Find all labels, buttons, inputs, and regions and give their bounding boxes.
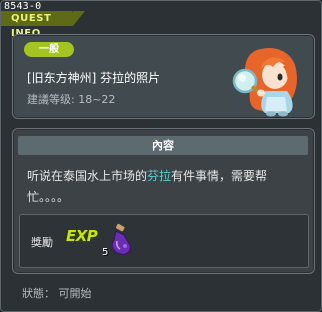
purple-potion-icon[interactable]: [106, 223, 134, 257]
content-header: 內容: [18, 136, 308, 155]
level-label: 建議等级:: [27, 93, 75, 106]
description-text-1: 听说在泰国水上市场的: [27, 169, 148, 183]
exp-icon[interactable]: EXP: [66, 227, 98, 245]
quest-description: 听说在泰国水上市场的芬拉有件事情，需要帮忙。。。。: [27, 166, 307, 208]
item-count: 5: [102, 247, 109, 258]
quest-title: [旧东方神州] 芬拉的照片: [27, 71, 161, 85]
npc-name-highlight[interactable]: 芬拉: [147, 169, 171, 183]
quest-content-panel: 內容 听说在泰国水上市场的芬拉有件事情，需要帮忙。。。。 獎勵 EXP 5: [12, 128, 315, 274]
quest-header-panel: 一般 [旧东方神州] 芬拉的照片 建議等级: 18~22: [12, 34, 315, 119]
quest-info-window: 8543-0 QUEST INFO 一般 [旧东方神州] 芬拉的照片 建議等级:…: [0, 0, 322, 312]
category-badge: 一般: [24, 42, 74, 57]
reward-box: 獎勵 EXP 5: [19, 214, 309, 268]
recommended-level: 建議等级: 18~22: [27, 91, 115, 107]
title-tab: QUEST INFO: [1, 11, 85, 39]
reward-label: 獎勵: [31, 236, 53, 249]
level-range: 18~22: [78, 93, 116, 106]
quest-status: 狀態： 可開始: [22, 287, 92, 300]
npc-girl-with-magnifier-icon: [232, 47, 297, 117]
